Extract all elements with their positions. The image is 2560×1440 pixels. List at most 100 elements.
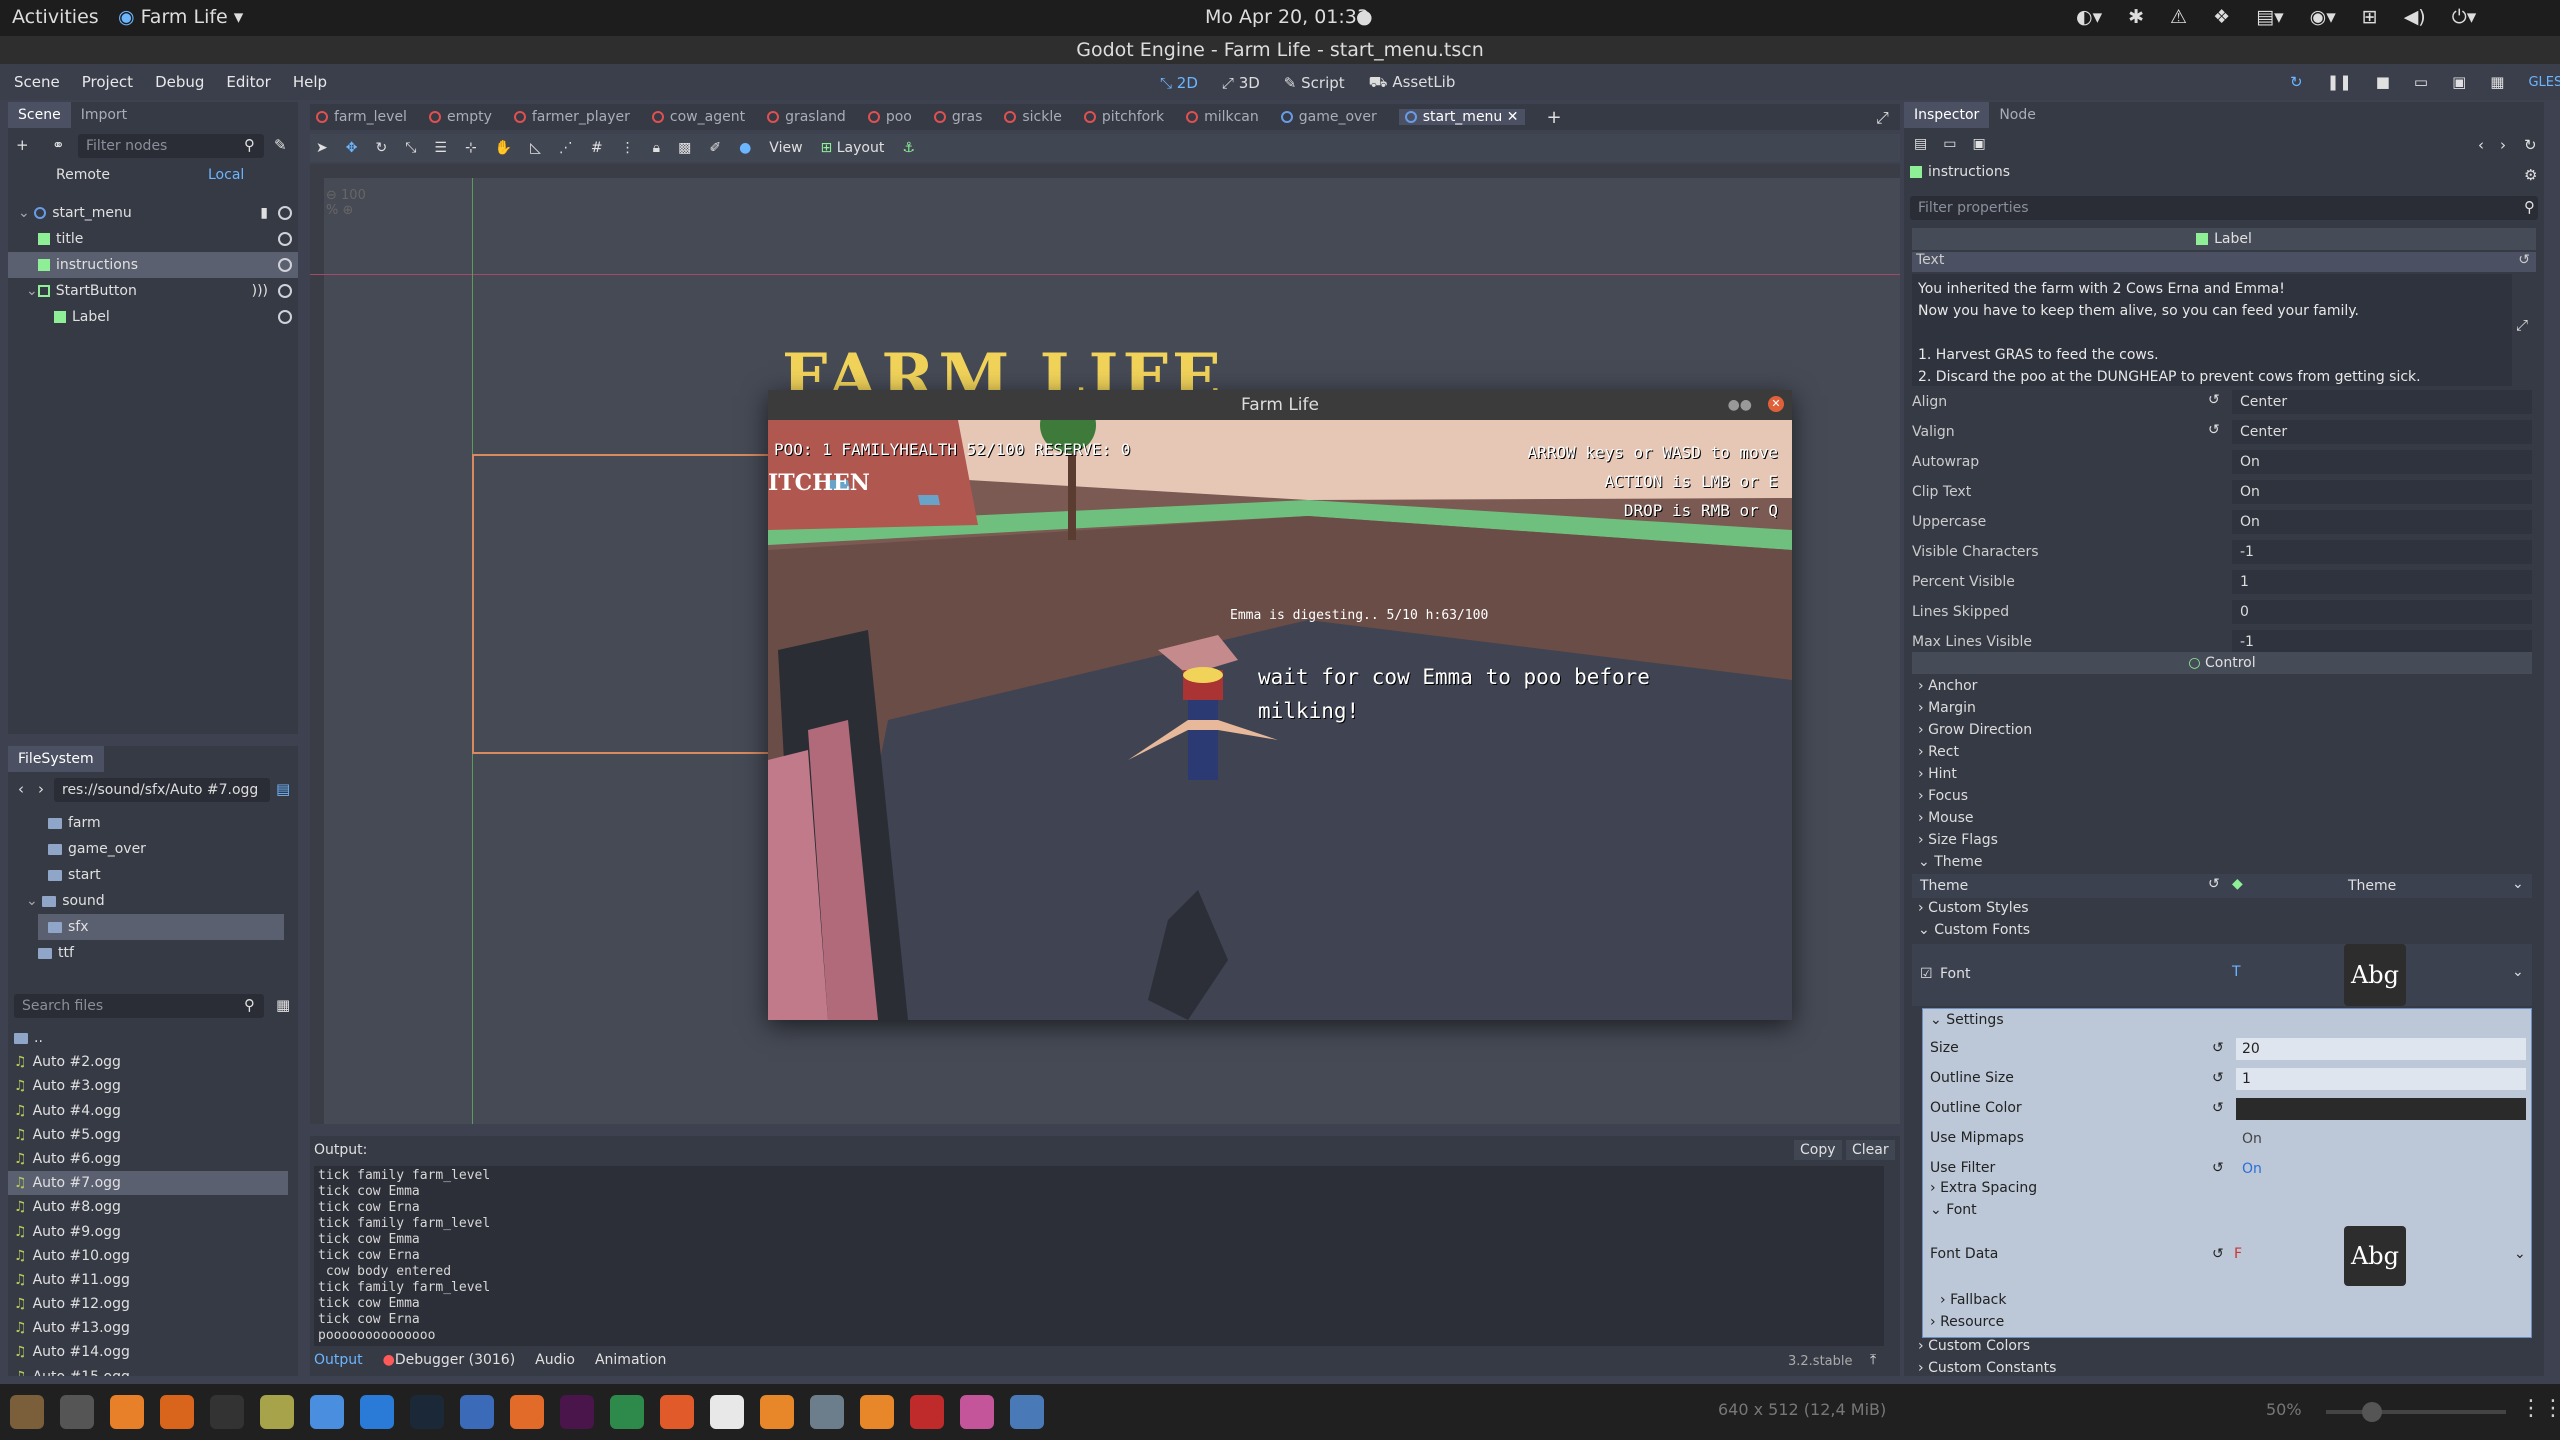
file-list-item[interactable]: ♫ Auto #7.ogg (8, 1171, 288, 1196)
revert-icon[interactable]: ↺ (2212, 1246, 2224, 1262)
add-node-icon[interactable]: + (16, 136, 29, 154)
scale-tool-icon[interactable]: ⤡ (405, 140, 416, 156)
tab-animation[interactable]: Animation (595, 1352, 666, 1368)
clear-button[interactable]: Clear (1846, 1140, 1895, 1160)
visibility-eye-icon[interactable] (278, 284, 292, 298)
folder-sfx[interactable]: sfx (38, 914, 284, 940)
clock[interactable]: Mo Apr 20, 01:33 (1205, 6, 1369, 28)
zoom-slider-handle[interactable] (2362, 1402, 2382, 1422)
ruler-icon[interactable]: ◺ (530, 140, 541, 156)
property-value[interactable]: 1 (2236, 1068, 2526, 1090)
list-select-icon[interactable]: ☰ (434, 140, 447, 156)
file-list-item[interactable]: ♫ Auto #11.ogg (8, 1268, 288, 1292)
section-mouse[interactable]: › Mouse (1912, 810, 2532, 832)
terminal-icon[interactable] (210, 1395, 244, 1429)
revert-icon[interactable]: ↺ (2208, 392, 2220, 408)
chevron-down-icon[interactable]: ⌄ (2512, 964, 2524, 980)
output-log[interactable]: tick family farm_level tick cow Emma tick … (314, 1166, 1884, 1346)
visibility-eye-icon[interactable] (278, 232, 292, 246)
section-hint[interactable]: › Hint (1912, 766, 2532, 788)
property-value[interactable]: 1 (2232, 570, 2532, 594)
more-options-icon[interactable]: ⋮ (621, 140, 635, 156)
pause-icon[interactable]: ❚❚ (2327, 73, 2352, 91)
property-value[interactable]: 0 (2232, 600, 2532, 624)
font-property-outline-color[interactable]: Outline Color ↺ (1930, 1096, 2530, 1122)
chrome-icon[interactable] (310, 1395, 344, 1429)
file-list-item[interactable]: ♫ Auto #8.ogg (8, 1195, 288, 1219)
property-valign[interactable]: Valign Center ↺ (1912, 418, 2532, 446)
tab-import[interactable]: Import (71, 102, 137, 128)
scene-tab-start-menu[interactable]: start_menu ✕ (1398, 109, 1525, 125)
file-list-item[interactable]: ♫ Auto #9.ogg (8, 1220, 288, 1244)
gamepad-icon[interactable]: ◐▾ (2076, 6, 2102, 28)
menu-debug[interactable]: Debug (155, 73, 204, 91)
path-field[interactable]: res://sound/sfx/Auto #7.ogg (54, 778, 270, 802)
property-value[interactable]: On (2236, 1158, 2526, 1180)
revert-icon[interactable]: ↺ (2212, 1040, 2224, 1056)
bluetooth-icon[interactable]: ✱ (2128, 6, 2144, 28)
signal-icon[interactable]: ))) (252, 278, 268, 304)
section-rect[interactable]: › Rect (1912, 744, 2532, 766)
close-icon[interactable]: ✕ (1768, 396, 1784, 412)
revert-icon[interactable]: ↺ (2212, 1160, 2224, 1176)
custom-constants-section[interactable]: › Custom Constants (1918, 1360, 2056, 1376)
revert-icon[interactable]: ↺ (2212, 1100, 2224, 1116)
file-list-item[interactable]: ♫ Auto #6.ogg (8, 1147, 288, 1171)
slack-icon[interactable] (560, 1395, 594, 1429)
filter-properties-input[interactable]: Filter properties (1910, 196, 2538, 220)
split-view-icon[interactable]: ▤ (276, 780, 290, 798)
open-folder-icon[interactable]: ▭ (1943, 136, 1956, 152)
activities-button[interactable]: Activities (12, 6, 99, 28)
back-arrow-icon[interactable]: ‹ (18, 780, 24, 798)
script-attach-icon[interactable]: ✎ (274, 136, 287, 154)
visibility-icon[interactable]: ● (739, 140, 751, 156)
tab-filesystem[interactable]: FileSystem (8, 746, 104, 772)
font-property[interactable]: ☑ Font T Abg ⌄ (1912, 944, 2532, 1006)
expand-editor-icon[interactable]: ⤢ (2516, 316, 2528, 334)
mongodb-icon[interactable] (610, 1395, 644, 1429)
property-lines-skipped[interactable]: Lines Skipped 0 (1912, 598, 2532, 626)
visibility-eye-icon[interactable] (278, 206, 292, 220)
revert-icon[interactable]: ↺ (2212, 1070, 2224, 1086)
revert-icon[interactable]: ↺ (2208, 422, 2220, 438)
krita-icon[interactable] (960, 1395, 994, 1429)
menu-editor[interactable]: Editor (226, 73, 270, 91)
font-data-property[interactable]: Font Data ↺ F Abg ⌄ (1930, 1226, 2530, 1286)
notification-icon[interactable]: ⚠ (2170, 6, 2187, 28)
section-focus[interactable]: › Focus (1912, 788, 2532, 810)
font-sub-section[interactable]: ⌄ Font (1930, 1202, 1977, 1218)
clipboard-icon[interactable]: ▤▾ (2256, 6, 2284, 28)
scene-tab-poo[interactable]: poo (867, 109, 912, 125)
custom-fonts-section[interactable]: ⌄ Custom Fonts (1912, 922, 2030, 938)
file-list-item[interactable]: ♫ Auto #3.ogg (8, 1074, 288, 1098)
property-value[interactable]: On (2236, 1128, 2526, 1150)
scene-tab-farm-level[interactable]: farm_level (316, 109, 407, 125)
property-value[interactable] (2236, 1098, 2526, 1120)
file-list-item[interactable]: ♫ Auto #5.ogg (8, 1123, 288, 1147)
font-property-use-filter[interactable]: Use Filter ↺ On (1930, 1156, 2530, 1182)
tab-scene[interactable]: Scene (8, 102, 71, 128)
custom-styles-section[interactable]: › Custom Styles (1912, 900, 2029, 916)
file-list-item[interactable]: ♫ Auto #13.ogg (8, 1316, 288, 1340)
revert-icon[interactable]: ↺ (2518, 252, 2530, 268)
new-resource-icon[interactable]: ▤ (1914, 136, 1927, 152)
tab-node[interactable]: Node (1989, 102, 2046, 128)
workspace-assetlib[interactable]: ⛟ AssetLib (1369, 73, 1456, 93)
show-apps-icon[interactable]: ⋮⋮ (2520, 1396, 2560, 1421)
resource-section[interactable]: › Resource (1930, 1314, 2004, 1330)
tab-inspector[interactable]: Inspector (1904, 102, 1990, 128)
minimize-icon[interactable]: ●● (1728, 390, 1752, 420)
tools-icon[interactable]: ⚙ (2524, 166, 2537, 184)
filter-nodes-input[interactable]: Filter nodes (78, 134, 264, 158)
file-list-item[interactable]: ♫ Auto #14.ogg (8, 1340, 288, 1364)
layout-menu[interactable]: ⊞ Layout (821, 140, 885, 156)
renderer-select[interactable]: GLES2 (2528, 75, 2560, 90)
steam-icon[interactable] (410, 1395, 444, 1429)
lock-icon[interactable]: 🔒︎ (653, 140, 660, 156)
scene-tab-cow-agent[interactable]: cow_agent (651, 109, 745, 125)
rotate-tool-icon[interactable]: ↻ (375, 140, 387, 156)
scene-tab-farmer-player[interactable]: farmer_player (513, 109, 630, 125)
text-editor-icon[interactable] (710, 1395, 744, 1429)
menu-project[interactable]: Project (82, 73, 133, 91)
network-wired-icon[interactable]: ⊞ (2362, 6, 2378, 28)
